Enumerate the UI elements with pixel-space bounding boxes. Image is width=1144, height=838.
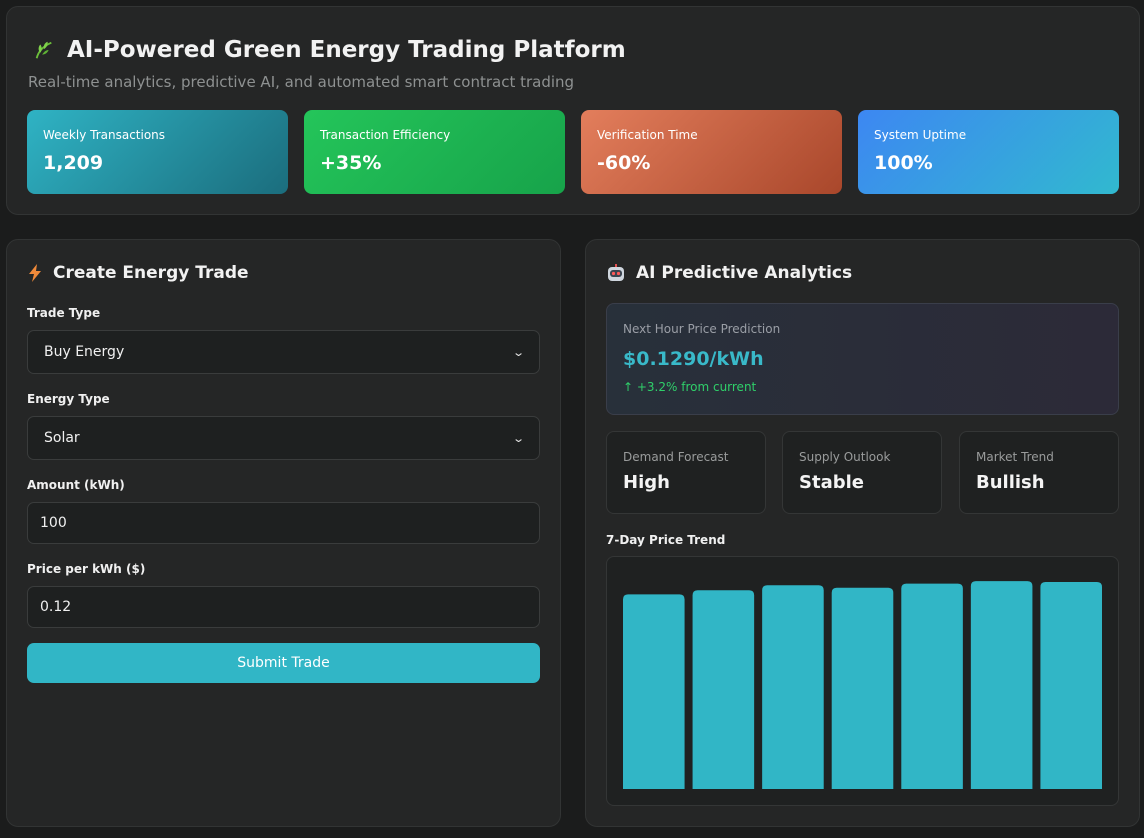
submit-trade-button[interactable]: Submit Trade bbox=[27, 643, 540, 683]
stat-label: Transaction Efficiency bbox=[320, 128, 451, 142]
trade-type-select[interactable]: Buy Energy ⌄ bbox=[27, 330, 540, 374]
chevron-down-icon: ⌄ bbox=[511, 345, 525, 359]
stat-value: +35% bbox=[320, 152, 382, 174]
stat-label: Weekly Transactions bbox=[43, 128, 166, 142]
header-panel: AI-Powered Green Energy Trading Platform… bbox=[6, 6, 1140, 215]
stat-value: 1,209 bbox=[43, 152, 104, 174]
trade-type-value: Buy Energy bbox=[44, 344, 125, 360]
price-value: 0.12 bbox=[40, 599, 72, 615]
chart-title: 7-Day Price Trend bbox=[606, 533, 726, 547]
card-label: Supply Outlook bbox=[799, 450, 891, 464]
chart-svg bbox=[623, 581, 1102, 789]
section-title: Create Energy Trade bbox=[27, 263, 249, 283]
robot-icon bbox=[608, 264, 624, 281]
market-trend-card: Market Trend Bullish bbox=[959, 431, 1119, 514]
ai-analytics-panel: AI Predictive Analytics Next Hour Price … bbox=[585, 239, 1140, 827]
price-label: Price per kWh ($) bbox=[27, 562, 146, 576]
prediction-change: ↑ +3.2% from current bbox=[623, 380, 757, 394]
amount-value: 100 bbox=[40, 515, 67, 531]
stat-card-system-uptime: System Uptime 100% bbox=[858, 110, 1119, 194]
leaf-icon bbox=[35, 41, 52, 59]
prediction-label: Next Hour Price Prediction bbox=[623, 322, 781, 336]
prediction-value: $0.1290/kWh bbox=[623, 348, 764, 370]
chart-bar bbox=[831, 587, 894, 789]
demand-forecast-card: Demand Forecast High bbox=[606, 431, 766, 514]
chart-bar bbox=[970, 581, 1033, 789]
energy-type-value: Solar bbox=[44, 430, 80, 446]
price-input[interactable]: 0.12 bbox=[27, 586, 540, 628]
section-title: AI Predictive Analytics bbox=[606, 263, 852, 283]
section-title-text: Create Energy Trade bbox=[53, 263, 249, 283]
page-title: AI-Powered Green Energy Trading Platform bbox=[33, 37, 626, 63]
supply-outlook-card: Supply Outlook Stable bbox=[782, 431, 942, 514]
energy-type-select[interactable]: Solar ⌄ bbox=[27, 416, 540, 460]
page-subtitle: Real-time analytics, predictive AI, and … bbox=[28, 73, 575, 91]
stat-value: 100% bbox=[874, 152, 933, 174]
stat-value: -60% bbox=[597, 152, 651, 174]
card-value: Bullish bbox=[976, 472, 1045, 493]
price-trend-chart bbox=[606, 556, 1119, 806]
chevron-down-icon: ⌄ bbox=[511, 431, 525, 445]
chart-bar bbox=[762, 585, 824, 789]
lightning-icon bbox=[29, 264, 41, 282]
create-trade-panel: Create Energy Trade Trade Type Buy Energ… bbox=[6, 239, 561, 827]
energy-type-label: Energy Type bbox=[27, 392, 110, 406]
card-value: Stable bbox=[799, 472, 864, 493]
stat-card-verification-time: Verification Time -60% bbox=[581, 110, 842, 194]
price-prediction-card: Next Hour Price Prediction $0.1290/kWh ↑… bbox=[606, 303, 1119, 415]
amount-label: Amount (kWh) bbox=[27, 478, 125, 492]
trade-type-label: Trade Type bbox=[27, 306, 101, 320]
chart-bar bbox=[623, 594, 685, 789]
chart-bar bbox=[1040, 582, 1102, 789]
amount-input[interactable]: 100 bbox=[27, 502, 540, 544]
stat-label: System Uptime bbox=[874, 128, 967, 142]
chart-bar bbox=[901, 583, 963, 789]
stat-card-weekly-transactions: Weekly Transactions 1,209 bbox=[27, 110, 288, 194]
stat-label: Verification Time bbox=[597, 128, 698, 142]
page-title-text: AI-Powered Green Energy Trading Platform bbox=[67, 37, 626, 63]
chart-bar bbox=[692, 590, 755, 789]
section-title-text: AI Predictive Analytics bbox=[636, 263, 853, 283]
card-label: Demand Forecast bbox=[623, 450, 729, 464]
stat-card-transaction-efficiency: Transaction Efficiency +35% bbox=[304, 110, 565, 194]
card-value: High bbox=[623, 472, 670, 493]
card-label: Market Trend bbox=[976, 450, 1054, 464]
